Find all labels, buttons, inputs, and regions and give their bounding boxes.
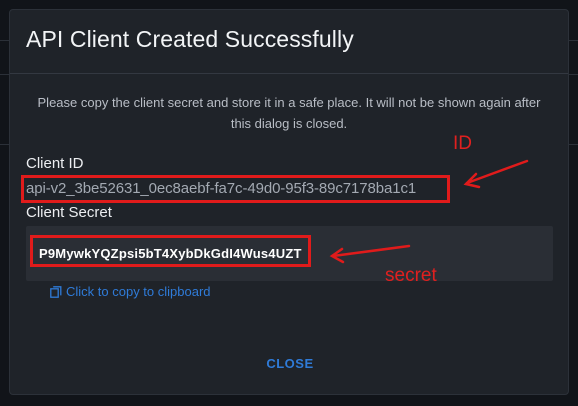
client-secret-label: Client Secret	[26, 204, 112, 221]
copy-to-clipboard-label: Click to copy to clipboard	[66, 284, 211, 299]
dialog-info-text: Please copy the client secret and store …	[37, 95, 541, 131]
copy-icon	[50, 285, 62, 298]
dialog-title-divider	[10, 73, 568, 74]
client-id-highlight-box	[21, 175, 450, 203]
copy-to-clipboard-link[interactable]: Click to copy to clipboard	[50, 284, 211, 299]
client-id-label: Client ID	[26, 155, 84, 172]
secret-annotation-label: secret	[385, 265, 437, 286]
id-annotation-label: ID	[453, 133, 472, 154]
client-secret-highlight-box	[30, 235, 311, 267]
close-button[interactable]: CLOSE	[256, 351, 324, 375]
dialog-title: API Client Created Successfully	[26, 26, 354, 52]
